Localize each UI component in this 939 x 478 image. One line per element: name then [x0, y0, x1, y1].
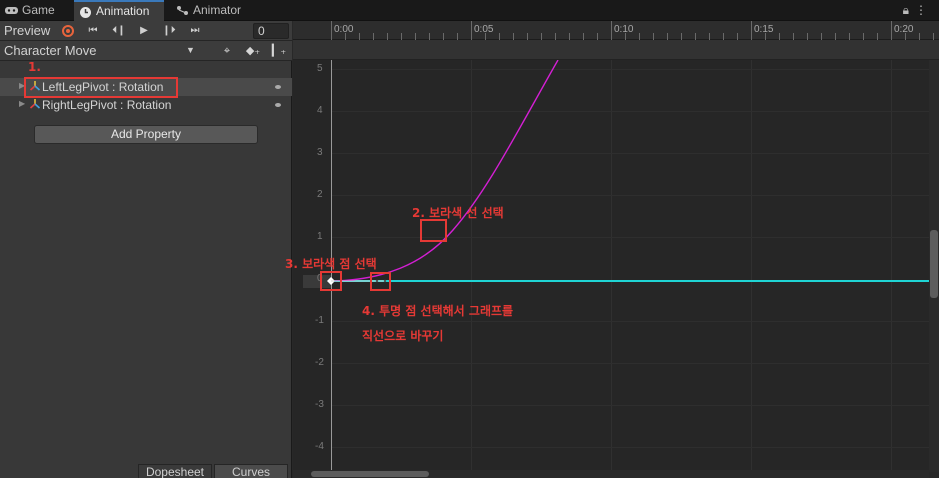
tab-animation[interactable]: Animation: [74, 0, 164, 21]
vertical-scroll-thumb[interactable]: [930, 230, 938, 298]
ruler-label: 0:00: [334, 24, 354, 35]
curve-graph[interactable]: 5 4 3 2 1 0 -1 -2 -3 -4: [293, 60, 939, 472]
last-key-button[interactable]: ⏭: [184, 23, 206, 39]
y-axis-label: -4: [315, 441, 324, 452]
chevron-down-icon[interactable]: ▼: [186, 45, 195, 55]
curve-graph-canvas: [303, 60, 939, 472]
magenta-curve: [330, 60, 559, 282]
playback-toolbar: Preview ⏮ ⏴❙ ▶ ❙⏵ ⏭ 0: [0, 21, 292, 41]
prev-key-button[interactable]: ⏴❙: [108, 23, 130, 39]
animator-icon: [177, 6, 188, 15]
property-row-rightleg[interactable]: ▶ RightLegPivot : Rotation: [0, 96, 292, 114]
tab-dopesheet[interactable]: Dopesheet: [138, 464, 212, 478]
annotation-step3: 3. 보라색 점 선택: [285, 257, 377, 271]
property-label: RightLegPivot : Rotation: [42, 98, 172, 112]
ruler-label: 0:20: [894, 24, 914, 35]
annotation-step4-line1: 4. 투명 점 선택해서 그래프를: [362, 304, 514, 318]
vertical-scrollbar[interactable]: [929, 60, 939, 472]
window-tab-bar: Game Animation Animator 🔒︎⋮: [0, 0, 939, 21]
horizontal-scroll-thumb[interactable]: [311, 471, 429, 477]
tab-game-label: Game: [22, 3, 55, 17]
property-options-icon[interactable]: [275, 103, 281, 107]
clip-selector-bar: Character Move ▼ ⌖ ◆₊ ▎₊: [0, 41, 292, 61]
add-event-marker-icon[interactable]: ▎₊: [270, 43, 288, 59]
annotation-box-property: [24, 77, 178, 98]
annotation-step1: 1.: [28, 60, 41, 74]
add-property-button[interactable]: Add Property: [34, 125, 258, 144]
menu-icon[interactable]: ⋮: [915, 3, 933, 17]
transform-icon: [29, 99, 41, 109]
tab-animation-label: Animation: [96, 4, 150, 18]
y-axis-label: 3: [317, 147, 323, 158]
first-key-button[interactable]: ⏮: [82, 23, 104, 39]
y-axis-label: -2: [315, 357, 324, 368]
y-axis-label: 5: [317, 63, 323, 74]
y-axis-label: -3: [315, 399, 324, 410]
y-axis-label: 1: [317, 231, 323, 242]
annotation-box-keyframe: [320, 271, 342, 291]
y-axis-label: -1: [315, 315, 324, 326]
window-buttons: 🔒︎⋮: [903, 3, 933, 18]
play-button[interactable]: ▶: [133, 23, 155, 39]
annotation-box-tangent: [370, 272, 391, 291]
annotation-box-curve: [420, 219, 447, 242]
tab-animator-label: Animator: [193, 3, 242, 17]
record-button[interactable]: [62, 25, 74, 37]
next-key-button[interactable]: ❙⏵: [158, 23, 180, 39]
ruler-label: 0:05: [474, 24, 494, 35]
clock-icon: [80, 7, 91, 18]
lock-icon[interactable]: 🔒︎: [903, 3, 915, 17]
tab-game[interactable]: Game: [0, 0, 70, 21]
ruler-label: 0:10: [614, 24, 634, 35]
timeline-ruler[interactable]: 0:00 0:05 0:10 0:15 0:20: [293, 21, 939, 40]
property-options-icon[interactable]: [275, 85, 281, 89]
ruler-label: 0:15: [754, 24, 774, 35]
clip-dropdown[interactable]: Character Move: [4, 43, 96, 58]
gamepad-icon: [5, 7, 18, 14]
y-axis-label: 2: [317, 189, 323, 200]
add-keyframe-icon[interactable]: ◆₊: [244, 43, 262, 59]
foldout-arrow-icon[interactable]: ▶: [19, 99, 25, 108]
annotation-step4-line2: 직선으로 바꾸기: [362, 329, 444, 343]
frame-input[interactable]: 0: [253, 23, 289, 39]
y-axis-label: 4: [317, 105, 323, 116]
add-event-icon[interactable]: ⌖: [218, 43, 236, 59]
tab-animator[interactable]: Animator: [171, 0, 255, 21]
event-lane[interactable]: [293, 40, 939, 60]
tab-curves[interactable]: Curves: [214, 464, 288, 478]
horizontal-scrollbar[interactable]: [293, 470, 929, 478]
preview-toggle[interactable]: Preview: [4, 23, 50, 38]
